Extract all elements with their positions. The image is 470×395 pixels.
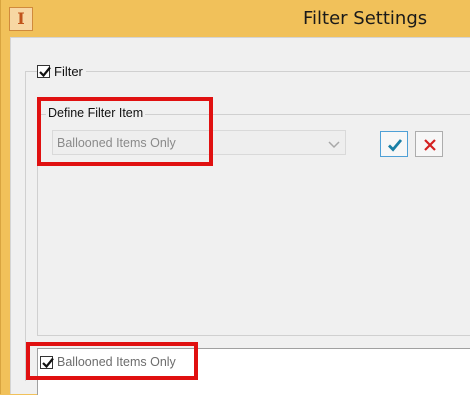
list-item[interactable]: Ballooned Items Only: [40, 355, 176, 369]
filter-checkbox[interactable]: [37, 65, 51, 78]
close-icon: [424, 139, 436, 151]
apply-filter-button[interactable]: [380, 131, 408, 157]
window-title: Filter Settings: [303, 8, 428, 29]
remove-filter-button[interactable]: [415, 131, 443, 157]
filter-item-select[interactable]: Ballooned Items Only: [52, 130, 346, 155]
checkmark-icon: [39, 66, 51, 78]
chevron-down-icon: [328, 137, 340, 155]
checkmark-icon: [42, 357, 54, 368]
list-item-label: Ballooned Items Only: [57, 355, 176, 369]
define-filter-title: Define Filter Item: [46, 106, 146, 120]
app-icon[interactable]: I: [9, 7, 33, 31]
title-bar[interactable]: I Filter Settings: [1, 0, 470, 37]
filter-checkbox-label: Filter: [54, 64, 83, 79]
app-icon-glyph: I: [17, 9, 25, 28]
filter-settings-window: I Filter Settings Filter Define Filter I…: [0, 0, 470, 395]
dialog-body: Filter Define Filter Item Ballooned Item…: [10, 37, 470, 395]
list-item-checkbox[interactable]: [40, 355, 54, 369]
filter-item-select-value: Ballooned Items Only: [57, 136, 176, 150]
checkmark-icon: [388, 139, 403, 152]
filter-checkbox-row[interactable]: Filter: [37, 64, 86, 79]
